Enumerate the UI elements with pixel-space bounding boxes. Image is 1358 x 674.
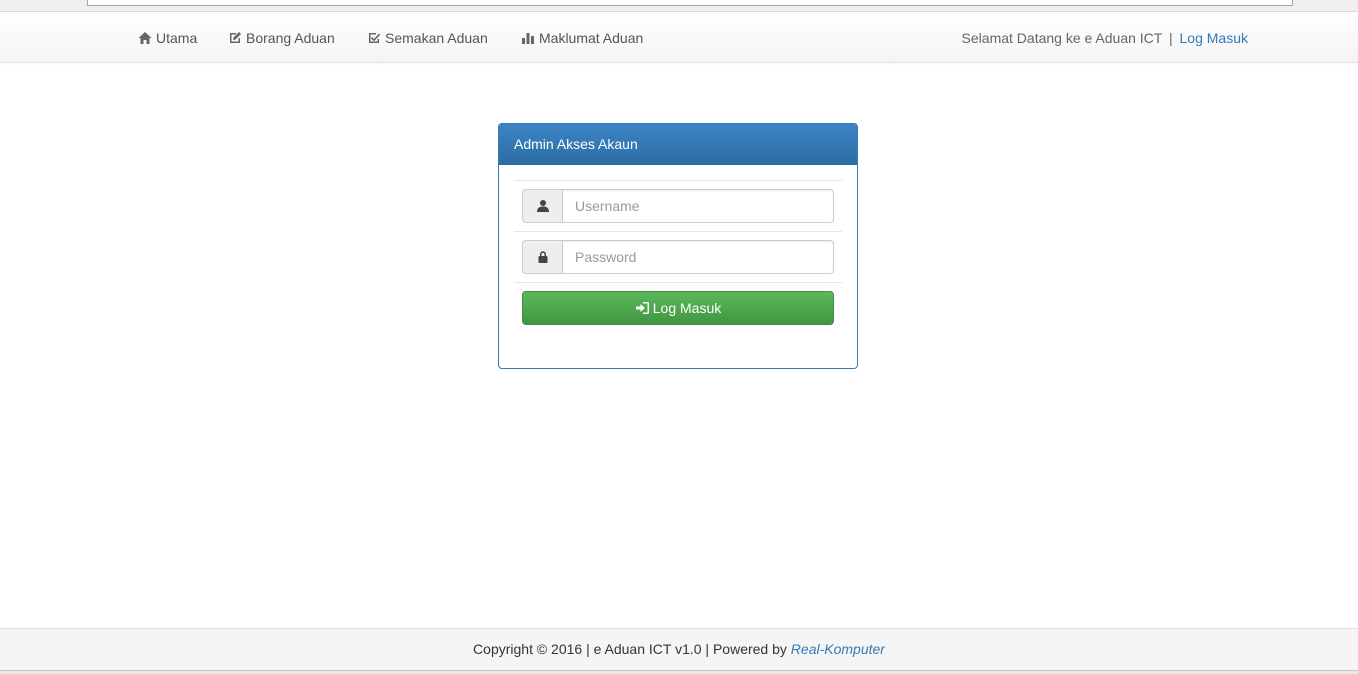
nav-item-semakan-aduan[interactable]: Semakan Aduan <box>367 28 488 48</box>
nav-item-label: Maklumat Aduan <box>539 30 644 46</box>
login-button-label: Log Masuk <box>652 300 722 316</box>
home-icon <box>138 32 152 44</box>
divider <box>514 282 842 283</box>
nav-item-label: Borang Aduan <box>246 30 335 46</box>
username-input[interactable] <box>562 189 834 223</box>
footer-text: Copyright © 2016 | e Aduan ICT v1.0 | Po… <box>473 641 787 657</box>
nav-item-label: Semakan Aduan <box>385 30 488 46</box>
address-bar-edge <box>87 0 1293 6</box>
password-addon <box>522 240 562 274</box>
footer-link[interactable]: Real-Komputer <box>791 641 885 657</box>
lock-icon <box>538 251 547 263</box>
divider <box>514 231 842 232</box>
user-icon <box>536 200 549 212</box>
footer: Copyright © 2016 | e Aduan ICT v1.0 | Po… <box>0 628 1358 670</box>
nav-item-utama[interactable]: Utama <box>138 28 197 48</box>
bar-chart-icon <box>522 33 534 44</box>
check-square-icon <box>369 33 381 43</box>
username-addon <box>522 189 562 223</box>
password-input[interactable] <box>562 240 834 274</box>
navbar: Utama Borang Aduan Semakan Aduan Makluma… <box>0 12 1358 63</box>
password-group <box>522 240 834 274</box>
edit-icon <box>230 32 241 43</box>
login-link[interactable]: Log Masuk <box>1180 30 1248 46</box>
welcome-text: Selamat Datang ke e Aduan ICT <box>961 30 1163 46</box>
browser-top-strip <box>0 0 1358 12</box>
bottom-strip <box>0 670 1358 674</box>
login-button[interactable]: Log Masuk <box>522 291 834 325</box>
panel-title: Admin Akses Akaun <box>499 124 857 165</box>
separator: | <box>1168 30 1173 46</box>
nav-item-borang-aduan[interactable]: Borang Aduan <box>228 28 335 48</box>
divider <box>514 180 842 181</box>
welcome-area: Selamat Datang ke e Aduan ICT | Log Masu… <box>962 28 1248 48</box>
log-in-icon <box>635 302 649 314</box>
username-group <box>522 189 834 223</box>
nav-item-label: Utama <box>156 30 198 46</box>
login-panel: Admin Akses Akaun Log Masuk <box>498 123 858 369</box>
nav-item-maklumat-aduan[interactable]: Maklumat Aduan <box>521 28 643 48</box>
